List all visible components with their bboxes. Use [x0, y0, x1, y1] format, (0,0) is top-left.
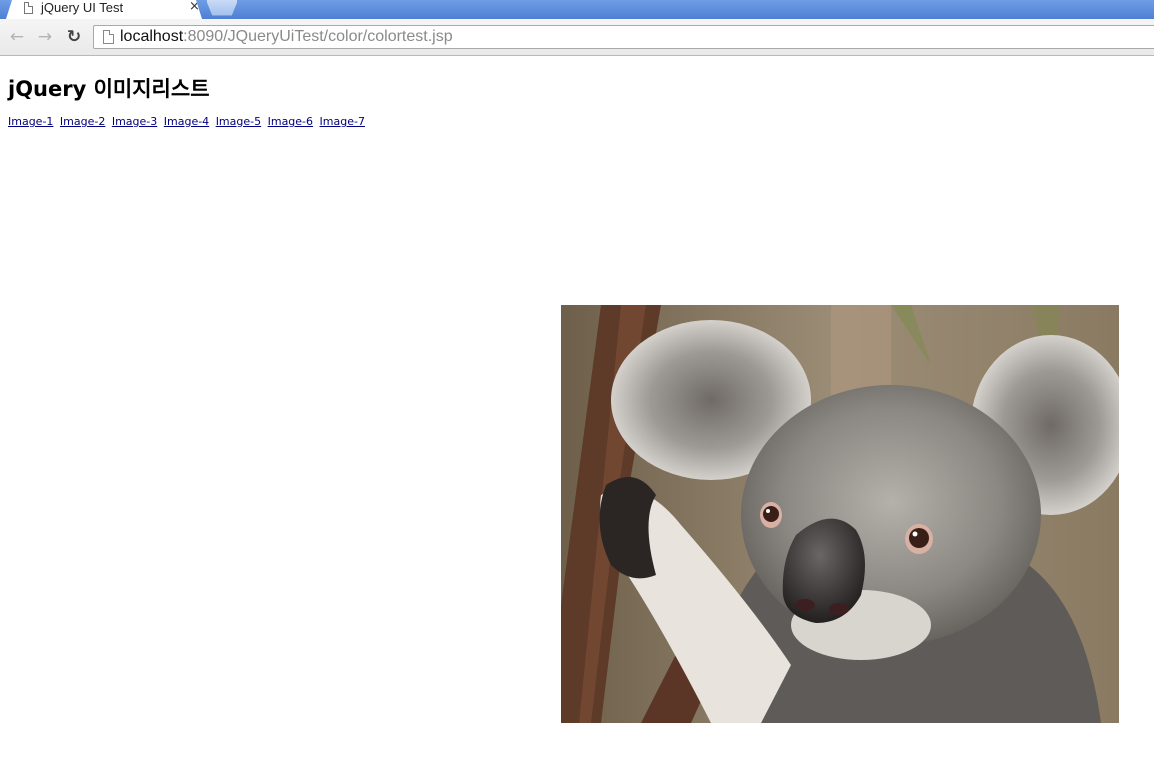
tab-strip: jQuery UI Test ×	[0, 0, 1154, 19]
browser-toolbar: ← → ↻ localhost:8090/JQueryUiTest/color/…	[0, 19, 1154, 56]
url-host: localhost	[120, 28, 184, 45]
image-link-6[interactable]: Image-6	[268, 115, 313, 128]
back-arrow-icon[interactable]: ←	[7, 27, 27, 47]
page-title: jQuery 이미지리스트	[8, 77, 210, 101]
image-link-7[interactable]: Image-7	[320, 115, 365, 128]
image-link-4[interactable]: Image-4	[164, 115, 209, 128]
image-link-1[interactable]: Image-1	[8, 115, 53, 128]
image-link-3[interactable]: Image-3	[112, 115, 157, 128]
url-text: localhost:8090/JQueryUiTest/color/colort…	[120, 27, 453, 47]
koala-photo	[561, 305, 1119, 723]
page-icon	[24, 2, 33, 14]
image-link-5[interactable]: Image-5	[216, 115, 261, 128]
image-link-list: Image-1 Image-2 Image-3 Image-4 Image-5 …	[8, 115, 368, 128]
image-link-2[interactable]: Image-2	[60, 115, 105, 128]
reload-icon[interactable]: ↻	[64, 27, 84, 47]
page-icon	[103, 30, 114, 44]
new-tab-button[interactable]	[206, 0, 238, 16]
close-tab-icon[interactable]: ×	[189, 0, 200, 15]
tab-title: jQuery UI Test	[41, 0, 124, 15]
browser-tab-active[interactable]: jQuery UI Test ×	[6, 0, 202, 19]
address-bar[interactable]: localhost:8090/JQueryUiTest/color/colort…	[93, 25, 1154, 49]
url-path: :8090/JQueryUiTest/color/colortest.jsp	[183, 28, 453, 45]
forward-arrow-icon[interactable]: →	[35, 27, 55, 47]
page-content: jQuery 이미지리스트 Image-1 Image-2 Image-3 Im…	[0, 56, 1154, 767]
